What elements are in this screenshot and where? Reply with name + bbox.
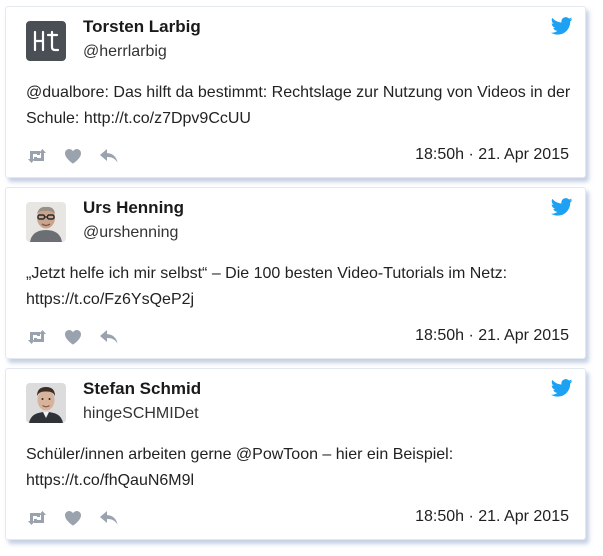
twitter-bird-icon[interactable]: [551, 198, 573, 216]
tweet-timestamp[interactable]: 18:50h · 21. Apr 2015: [415, 146, 569, 164]
person-photo-avatar-icon: [26, 383, 66, 423]
reply-icon[interactable]: [98, 146, 120, 166]
tweet-actions: [26, 508, 134, 528]
twitter-bird-icon[interactable]: [551, 379, 573, 397]
avatar[interactable]: [26, 202, 66, 242]
avatar[interactable]: [26, 383, 66, 423]
reply-icon[interactable]: [98, 508, 120, 528]
person-photo-avatar-icon: [26, 202, 66, 242]
retweet-icon[interactable]: [26, 327, 48, 347]
tweet-card: Urs Henning @urshenning „Jetzt helfe ich…: [5, 187, 586, 359]
avatar[interactable]: [26, 21, 66, 61]
hl-monogram-avatar-icon: [26, 21, 66, 61]
tweet-actions: [26, 327, 134, 347]
author-handle[interactable]: @herrlarbig: [83, 43, 167, 61]
tweet-card: Stefan Schmid hingeSCHMIDet Schüler/inne…: [5, 368, 586, 540]
tweet-card: Torsten Larbig @herrlarbig @dualbore: Da…: [5, 6, 586, 178]
twitter-bird-icon[interactable]: [551, 17, 573, 35]
tweet-timestamp[interactable]: 18:50h · 21. Apr 2015: [415, 327, 569, 345]
retweet-icon[interactable]: [26, 508, 48, 528]
retweet-icon[interactable]: [26, 146, 48, 166]
tweet-actions: [26, 146, 134, 166]
author-handle[interactable]: hingeSCHMIDet: [83, 405, 199, 423]
reply-icon[interactable]: [98, 327, 120, 347]
author-name[interactable]: Stefan Schmid: [83, 379, 201, 399]
author-name[interactable]: Torsten Larbig: [83, 17, 201, 37]
tweet-text: @dualbore: Das hilft da bestimmt: Rechts…: [26, 84, 571, 127]
heart-icon[interactable]: [62, 146, 84, 166]
author-handle[interactable]: @urshenning: [83, 224, 178, 242]
tweet-timestamp[interactable]: 18:50h · 21. Apr 2015: [415, 508, 569, 526]
heart-icon[interactable]: [62, 327, 84, 347]
tweet-text: „Jetzt helfe ich mir selbst“ – Die 100 b…: [26, 265, 508, 308]
author-name[interactable]: Urs Henning: [83, 198, 184, 218]
heart-icon[interactable]: [62, 508, 84, 528]
tweet-text: Schüler/innen arbeiten gerne @PowToon – …: [26, 446, 454, 489]
tweet-feed: Torsten Larbig @herrlarbig @dualbore: Da…: [0, 0, 603, 556]
